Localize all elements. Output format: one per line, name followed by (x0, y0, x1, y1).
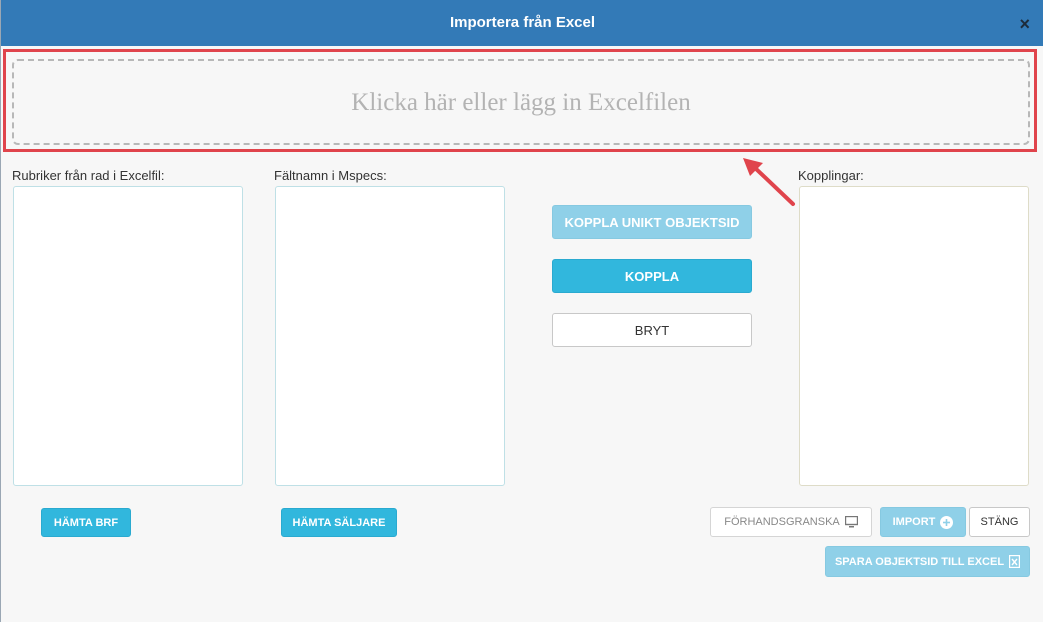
preview-button[interactable]: FÖRHANDSGRANSKA (710, 507, 872, 537)
excel-headers-list[interactable] (13, 186, 243, 486)
mspecs-fields-list[interactable] (275, 186, 505, 486)
mappings-list[interactable] (799, 186, 1029, 486)
import-button-label: IMPORT (892, 516, 936, 528)
close-button[interactable]: STÄNG (969, 507, 1030, 537)
mspecs-fields-label: Fältnamn i Mspecs: (274, 168, 387, 183)
fetch-sellers-button[interactable]: HÄMTA SÄLJARE (281, 508, 397, 537)
fetch-brf-button[interactable]: HÄMTA BRF (41, 508, 131, 537)
excel-file-icon (1009, 555, 1021, 568)
modal-title: Importera från Excel (449, 14, 596, 31)
import-excel-modal: Importera från Excel × Klicka här eller … (0, 0, 1043, 622)
modal-header: Importera från Excel × (1, 0, 1043, 46)
mappings-label: Kopplingar: (798, 168, 864, 183)
close-icon[interactable]: × (1019, 15, 1030, 33)
monitor-icon (844, 516, 858, 528)
break-button[interactable]: BRYT (552, 313, 752, 347)
save-object-id-label: SPARA OBJEKTSID TILL EXCEL (834, 555, 1005, 568)
preview-button-label: FÖRHANDSGRANSKA (724, 516, 840, 528)
map-button[interactable]: KOPPLA (552, 259, 752, 293)
save-object-id-button[interactable]: SPARA OBJEKTSID TILL EXCEL (825, 546, 1030, 577)
excel-dropzone[interactable]: Klicka här eller lägg in Excelfilen (12, 59, 1030, 145)
excel-headers-label: Rubriker från rad i Excelfil: (12, 168, 165, 183)
import-button[interactable]: IMPORT (880, 507, 966, 537)
dropzone-text: Klicka här eller lägg in Excelfilen (351, 89, 691, 116)
map-unique-id-button[interactable]: KOPPLA UNIKT OBJEKTSID (552, 205, 752, 239)
plus-circle-icon (940, 515, 954, 529)
